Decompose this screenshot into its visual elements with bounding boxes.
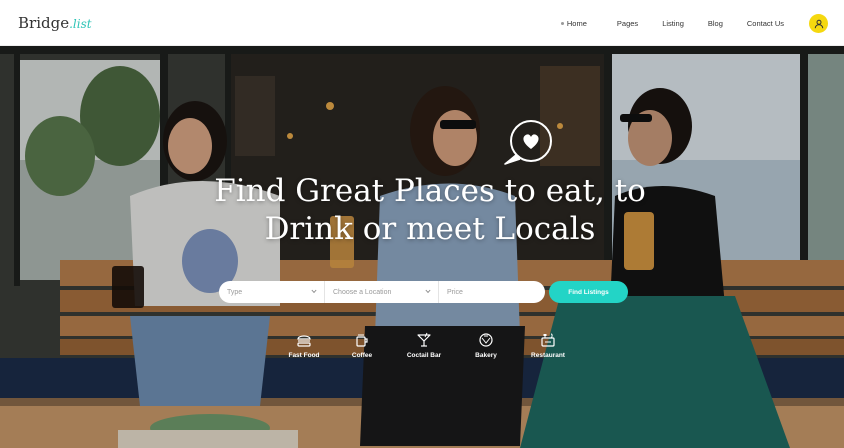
category-label: Bakery <box>475 352 497 359</box>
logo-sub: .list <box>69 17 92 31</box>
search-bar: Type Choose a Location Price <box>219 281 545 303</box>
active-dot-icon <box>560 21 564 25</box>
chevron-down-icon <box>311 289 317 294</box>
category-bakery[interactable]: Bakery <box>454 332 518 359</box>
type-placeholder: Type <box>227 288 243 296</box>
category-label: Coffee <box>351 352 373 359</box>
category-fast-food[interactable]: Fast Food <box>272 332 336 359</box>
type-select[interactable]: Type <box>219 281 325 303</box>
category-label: Restaurant <box>531 352 565 359</box>
cocktail-icon <box>417 332 431 347</box>
cake-icon <box>479 333 493 347</box>
logo[interactable]: Bridge.list <box>18 14 92 32</box>
category-coffee[interactable]: Coffee <box>330 332 394 359</box>
hero-headline: Find Great Places to eat, to Drink or me… <box>160 172 700 248</box>
category-restaurant[interactable]: Restaurant <box>516 332 580 359</box>
location-select[interactable]: Choose a Location <box>325 281 439 303</box>
nav-item-contact[interactable]: Contact Us <box>739 19 792 28</box>
category-label: Fast Food <box>288 352 320 359</box>
chevron-down-icon <box>425 289 431 294</box>
price-select[interactable]: Price <box>439 281 545 303</box>
headline-line-1: Find Great Places to eat, to <box>214 173 646 209</box>
nav-label: Listing <box>662 18 684 28</box>
nav-label: Blog <box>707 18 723 28</box>
header: Bridge.list Home Pages Listing Blog Cont… <box>0 0 844 46</box>
nav-item-blog[interactable]: Blog <box>700 19 731 28</box>
burger-icon <box>297 335 311 347</box>
headline-line-2: Drink or meet Locals <box>264 211 596 247</box>
user-account-button[interactable] <box>809 14 828 33</box>
category-coctail-bar[interactable]: Coctail Bar <box>392 332 456 359</box>
nav-item-home[interactable]: Home <box>553 19 595 28</box>
nav-label: Pages <box>616 18 639 28</box>
nav-item-listing[interactable]: Listing <box>654 19 692 28</box>
price-placeholder: Price <box>447 288 463 296</box>
restaurant-icon <box>541 333 555 347</box>
user-icon <box>814 19 823 28</box>
category-label: Coctail Bar <box>406 352 442 359</box>
category-list: Fast Food Coffee Coctail Bar Bakery Rest… <box>272 332 578 372</box>
nav-label: Home <box>566 18 587 28</box>
find-listings-button[interactable]: Find Listings <box>549 281 628 303</box>
main-nav: Home Pages Listing Blog Contact Us <box>553 0 792 46</box>
logo-name: Bridge <box>18 14 70 32</box>
heart-chat-bubble-icon <box>504 120 552 165</box>
coffee-icon <box>356 334 368 347</box>
location-placeholder: Choose a Location <box>333 288 392 296</box>
nav-label: Contact Us <box>746 18 784 28</box>
nav-item-pages[interactable]: Pages <box>609 19 646 28</box>
hero-section: Find Great Places to eat, to Drink or me… <box>0 46 844 448</box>
